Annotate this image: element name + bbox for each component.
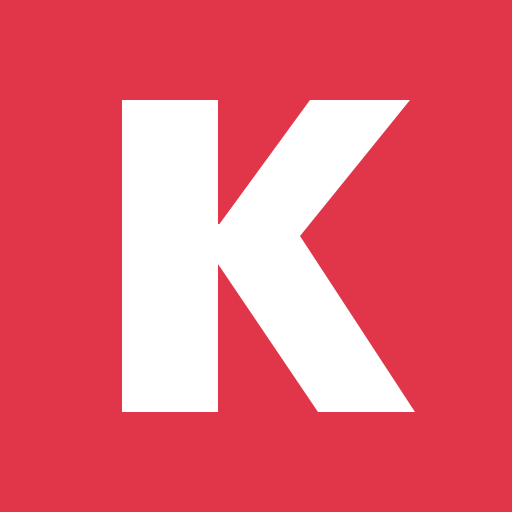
app-icon: K (0, 0, 512, 512)
k-lower-leg (218, 224, 415, 412)
letter-k-logo-icon: K (122, 100, 415, 412)
k-stem (122, 100, 218, 412)
